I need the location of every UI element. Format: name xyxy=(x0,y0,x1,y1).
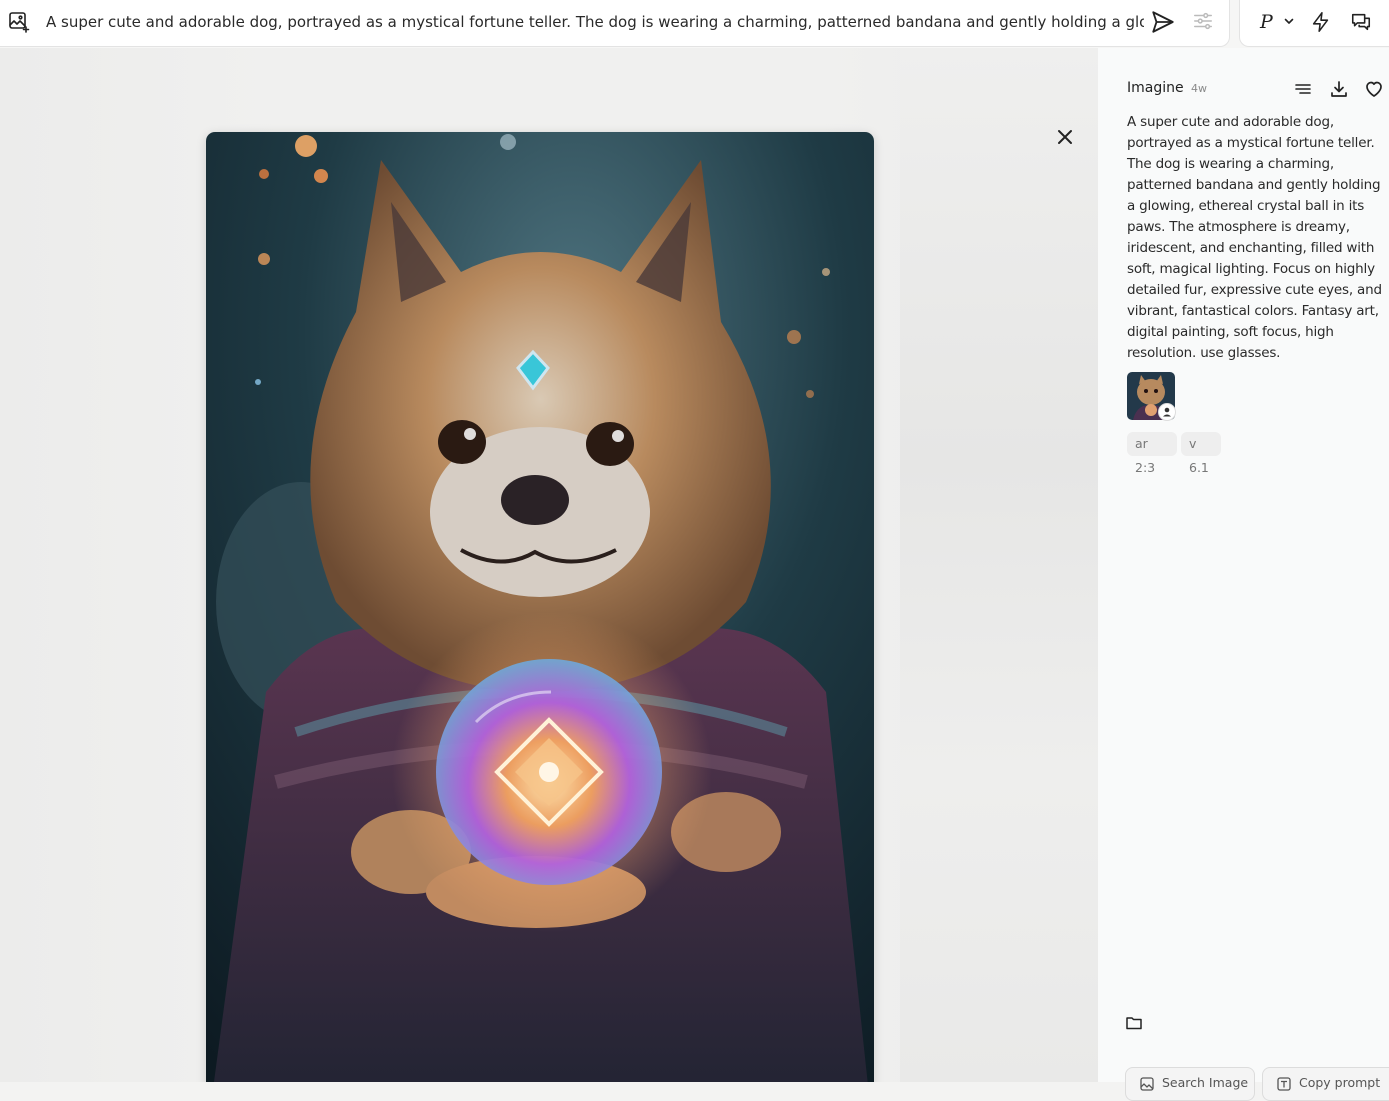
copy-prompt-button[interactable]: Copy prompt xyxy=(1262,1067,1389,1101)
heart-icon[interactable] xyxy=(1364,79,1384,99)
prompt-text: A super cute and adorable dog, portrayed… xyxy=(1127,114,1382,361)
sliders-icon[interactable] xyxy=(1192,10,1214,32)
param-chip-aspect-ratio[interactable]: ar 2:3 xyxy=(1127,432,1177,475)
top-bar: P xyxy=(0,0,1389,48)
panel-age: 4w xyxy=(1191,82,1207,95)
chevron-down-icon[interactable] xyxy=(1283,15,1295,27)
list-icon[interactable] xyxy=(1293,79,1313,99)
generated-image[interactable] xyxy=(206,132,874,1082)
search-image-button[interactable]: Search Image xyxy=(1125,1067,1255,1101)
prompt-input[interactable] xyxy=(46,11,1144,33)
param-chip-version[interactable]: v 6.1 xyxy=(1181,432,1221,475)
mode-label[interactable]: P xyxy=(1260,10,1273,34)
user-badge xyxy=(1158,403,1176,421)
image-search-icon xyxy=(1140,1077,1154,1091)
copy-prompt-label: Copy prompt xyxy=(1299,1075,1381,1090)
details-panel: Imagine 4w A super cute and adorable dog… xyxy=(1098,48,1389,1101)
chat-icon[interactable] xyxy=(1350,10,1372,34)
image-viewer xyxy=(0,48,1098,1082)
image-plus-icon[interactable] xyxy=(7,10,31,34)
panel-title: Imagine xyxy=(1127,80,1184,96)
search-image-label: Search Image xyxy=(1162,1075,1249,1090)
download-icon[interactable] xyxy=(1329,79,1349,99)
text-icon xyxy=(1277,1077,1291,1091)
folder-icon[interactable] xyxy=(1125,1014,1143,1032)
lightning-icon[interactable] xyxy=(1310,10,1332,34)
send-icon[interactable] xyxy=(1150,9,1176,35)
close-icon[interactable] xyxy=(1054,126,1076,148)
mode-selector: P xyxy=(1239,0,1389,47)
user-icon xyxy=(1163,407,1171,417)
background-blur xyxy=(900,48,1098,1082)
prompt-bar xyxy=(0,0,1230,47)
